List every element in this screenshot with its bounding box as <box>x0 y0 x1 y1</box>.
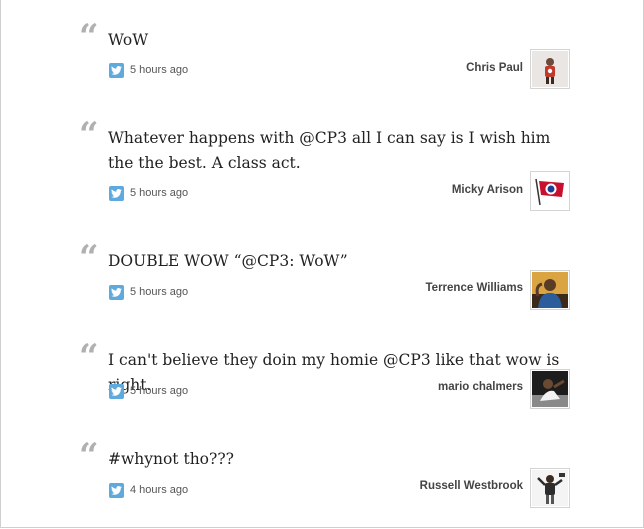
tweet-text: #whynot tho??? <box>108 450 234 468</box>
avatar[interactable] <box>530 171 570 211</box>
chris-paul-photo-icon <box>532 51 568 87</box>
quote-mark-icon: “ <box>79 17 99 57</box>
tweet-feed: “ WoW 5 hours ago Chris Paul “ Whatever … <box>0 0 644 528</box>
quote-mark-icon: “ <box>79 115 99 155</box>
tweet-meta: 5 hours ago <box>109 383 188 399</box>
russell-westbrook-photo-icon <box>532 470 568 506</box>
tweet-timestamp[interactable]: 5 hours ago <box>130 286 188 298</box>
tweet-author[interactable]: Micky Arison <box>452 184 523 196</box>
mario-chalmers-photo-icon <box>532 371 568 407</box>
tweet-timestamp[interactable]: 5 hours ago <box>130 64 188 76</box>
quote-mark-icon: “ <box>79 337 99 377</box>
twitter-bird-icon[interactable] <box>109 284 124 300</box>
avatar[interactable] <box>530 468 570 508</box>
twitter-bird-icon[interactable] <box>109 62 124 78</box>
avatar[interactable] <box>530 270 570 310</box>
tweet-meta: 4 hours ago <box>109 482 188 498</box>
avatar[interactable] <box>530 369 570 409</box>
tweet-timestamp[interactable]: 5 hours ago <box>130 385 188 397</box>
twitter-bird-icon[interactable] <box>109 185 124 201</box>
tweet-meta: 5 hours ago <box>109 185 188 201</box>
tweet-timestamp[interactable]: 5 hours ago <box>130 187 188 199</box>
tweet-text: DOUBLE WOW “@CP3: WoW” <box>108 252 348 270</box>
carnival-flag-logo-icon <box>532 173 568 209</box>
quote-mark-icon: “ <box>79 436 99 476</box>
tweet-author[interactable]: Terrence Williams <box>426 282 523 294</box>
tweet-meta: 5 hours ago <box>109 62 188 78</box>
twitter-bird-icon[interactable] <box>109 383 124 399</box>
terrence-williams-photo-icon <box>532 272 568 308</box>
tweet-author[interactable]: Russell Westbrook <box>420 480 523 492</box>
tweet-author[interactable]: Chris Paul <box>466 62 523 74</box>
tweet-author[interactable]: mario chalmers <box>438 381 523 393</box>
tweet-text: WoW <box>108 31 149 49</box>
quote-mark-icon: “ <box>79 238 99 278</box>
tweet-text: Whatever happens with @CP3 all I can say… <box>108 129 551 172</box>
avatar[interactable] <box>530 49 570 89</box>
tweet-meta: 5 hours ago <box>109 284 188 300</box>
tweet-timestamp[interactable]: 4 hours ago <box>130 484 188 496</box>
twitter-bird-icon[interactable] <box>109 482 124 498</box>
